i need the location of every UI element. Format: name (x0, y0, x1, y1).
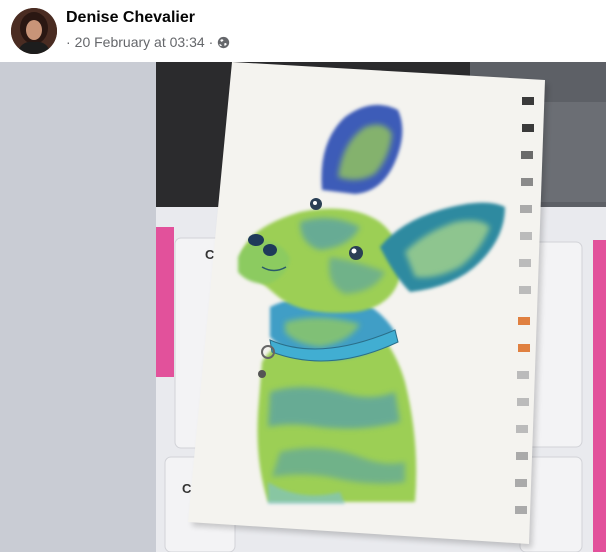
author-name[interactable]: Denise Chevalier (66, 9, 195, 27)
watercolor-dog-painting: Co dly C (0, 62, 606, 552)
post-meta: · 20 February at 03:34 · (66, 34, 230, 50)
globe-icon[interactable] (217, 36, 230, 49)
post-photo[interactable]: Co dly C (0, 62, 606, 552)
meta-separator: · (208, 34, 214, 50)
meta-separator: · (66, 34, 71, 50)
avatar-image (11, 8, 57, 54)
background-text-c: C (182, 481, 192, 496)
avatar[interactable] (11, 8, 57, 54)
post-header: Denise Chevalier · 20 February at 03:34 … (0, 0, 606, 62)
post-timestamp[interactable]: 20 February at 03:34 (75, 34, 205, 50)
